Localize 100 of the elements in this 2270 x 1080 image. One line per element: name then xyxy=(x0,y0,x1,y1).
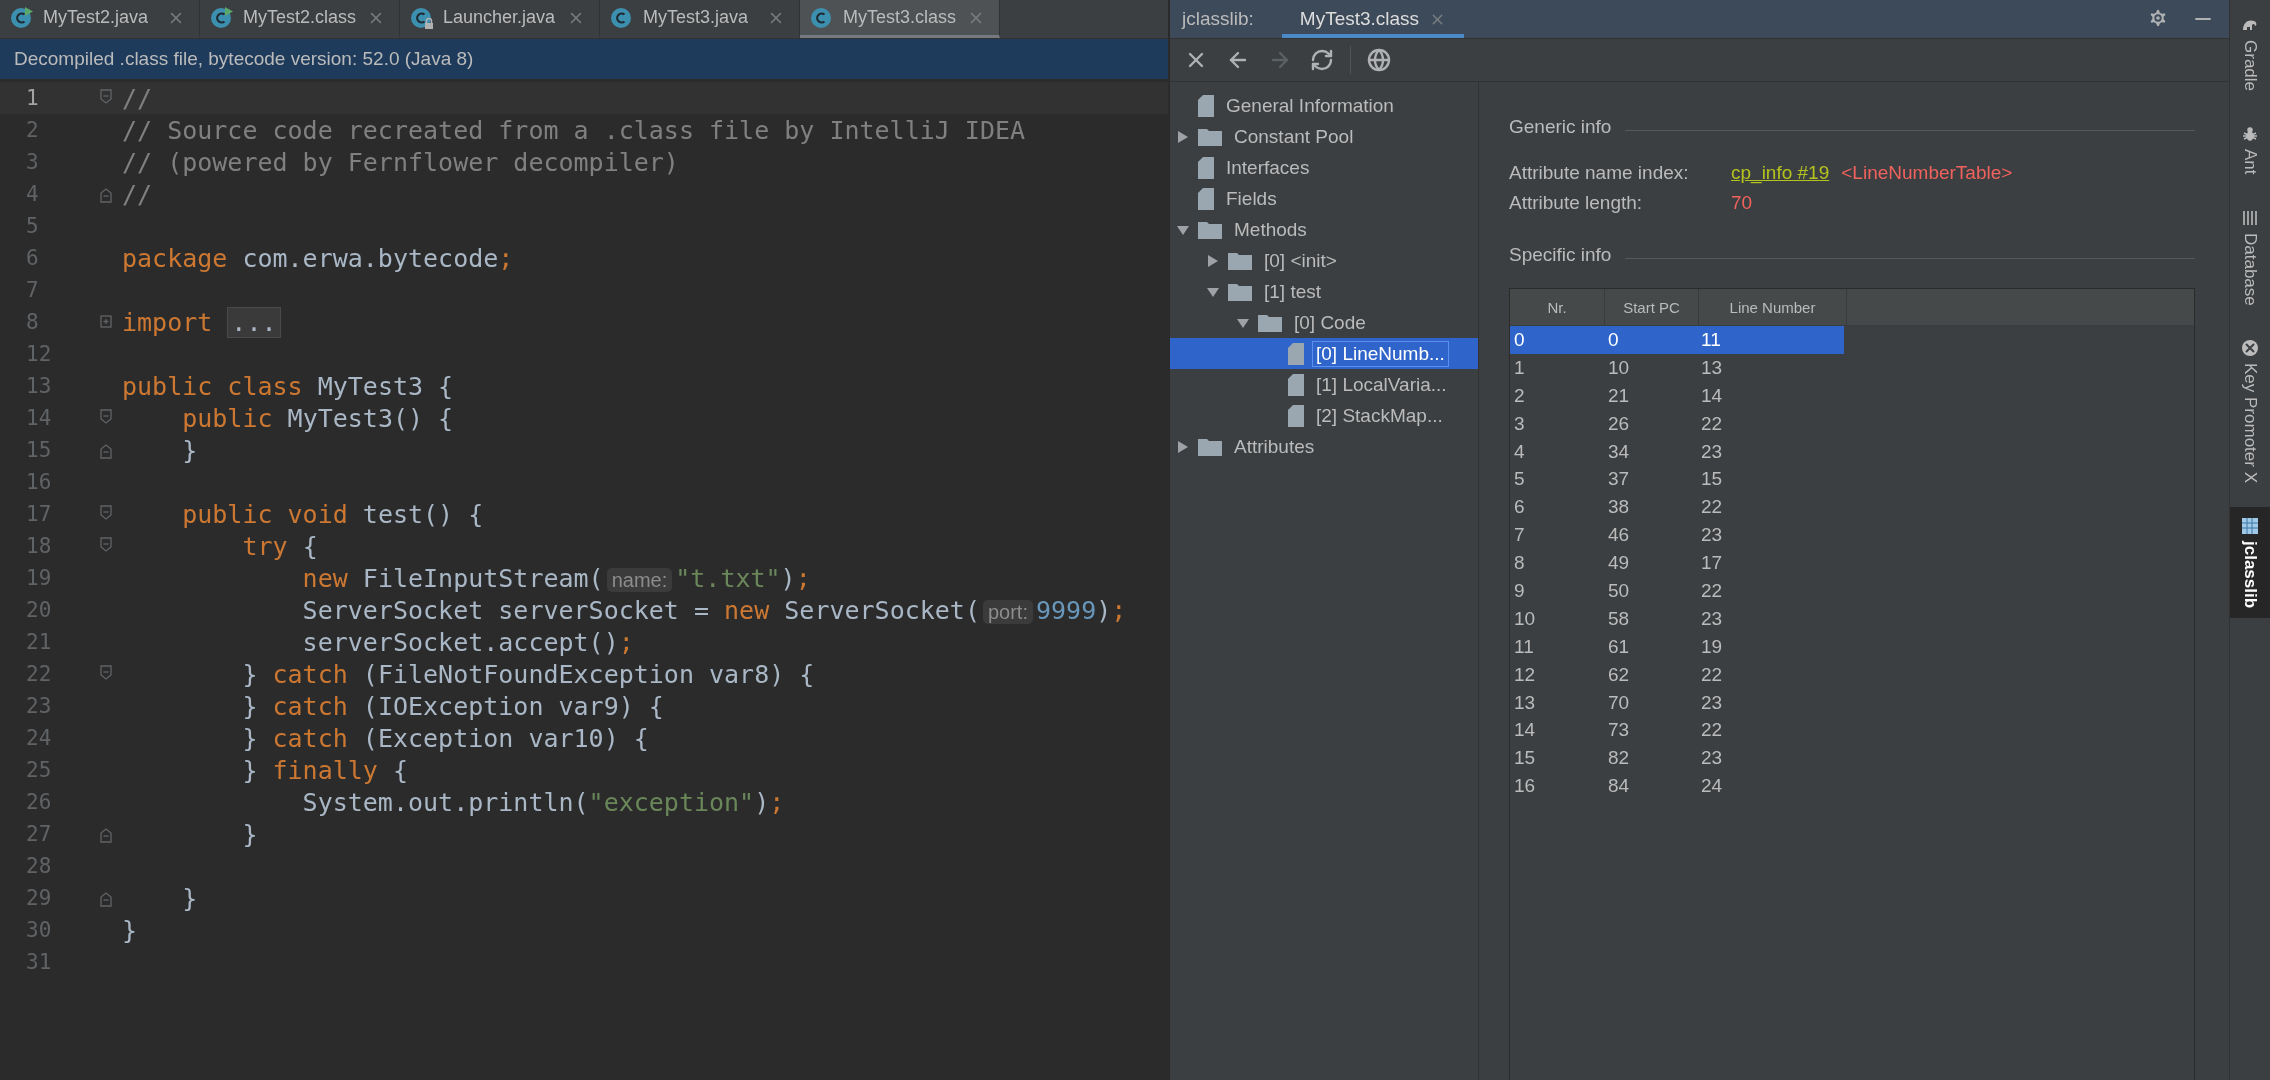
table-cell-text: 23 xyxy=(1700,440,1724,463)
code-line: } xyxy=(241,819,258,849)
folder-icon xyxy=(1258,313,1282,332)
tool-window-tab[interactable]: MyTest3.class xyxy=(1281,0,1465,38)
collapsed-arrow-icon[interactable] xyxy=(1207,254,1219,267)
class-file-icon xyxy=(210,5,234,30)
collapsed-arrow-icon[interactable] xyxy=(1177,440,1189,453)
editor-tab[interactable]: MyTest3.class xyxy=(800,0,1000,38)
table-cell-text: 2 xyxy=(1513,384,1526,407)
refresh-icon xyxy=(1310,48,1334,72)
table-cell-text: 12 xyxy=(1513,663,1537,686)
class-file-icon xyxy=(10,5,34,30)
tree-item[interactable]: Fields xyxy=(1170,183,1478,214)
tool-window-button[interactable]: Gradle xyxy=(2230,6,2270,102)
folder-icon xyxy=(1198,220,1222,239)
code-line: package com.erwa.bytecode; xyxy=(122,243,514,273)
tree-item[interactable]: [0] <init> xyxy=(1170,245,1478,276)
file-icon xyxy=(1288,342,1304,365)
table-cell-text: 9 xyxy=(1513,579,1526,602)
table-cell-text: 10 xyxy=(1513,607,1537,630)
tree-item[interactable]: Interfaces xyxy=(1170,152,1478,183)
table-cell-text: 22 xyxy=(1700,579,1724,602)
expanded-arrow-icon[interactable] xyxy=(1207,285,1219,298)
editor-tab[interactable]: MyTest2.java xyxy=(0,0,200,38)
line-number: 2 xyxy=(25,118,40,142)
tool-window-button[interactable]: Key Promoter X xyxy=(2230,329,2270,494)
table-cell-text: 37 xyxy=(1607,468,1631,491)
section-heading: Generic info xyxy=(1509,116,1612,138)
code-line: // (powered by Fernflower decompiler) xyxy=(122,147,679,177)
line-number: 23 xyxy=(25,694,52,718)
table-cell-text: 26 xyxy=(1607,412,1631,435)
tool-window-button[interactable]: Ant xyxy=(2230,115,2270,185)
editor-tab[interactable]: MyTest2.class xyxy=(200,0,400,38)
folder-icon xyxy=(1198,437,1222,456)
line-number: 3 xyxy=(25,150,40,174)
code-line: new FileInputStream( name: "t.txt"); xyxy=(301,563,811,593)
table-cell-text: 16 xyxy=(1513,775,1537,798)
code-line: public MyTest3() { xyxy=(181,403,454,433)
expanded-arrow-icon[interactable] xyxy=(1177,223,1189,236)
code-line: } catch (IOException var9) { xyxy=(241,691,664,721)
line-number: 12 xyxy=(25,342,52,366)
tree-item[interactable]: [2] StackMap... xyxy=(1170,400,1478,431)
line-number: 26 xyxy=(25,790,52,814)
tree-item[interactable]: Constant Pool xyxy=(1170,121,1478,152)
line-number: 19 xyxy=(25,566,52,590)
code-line: try { xyxy=(241,531,318,561)
column-header[interactable]: Nr. xyxy=(1510,289,1605,325)
code-line: } xyxy=(122,915,138,945)
table-cell-text: 82 xyxy=(1607,747,1631,770)
table-cell-text: 49 xyxy=(1607,552,1631,575)
table-cell-text: 0 xyxy=(1607,328,1620,351)
tree-item[interactable]: [0] Code xyxy=(1170,307,1478,338)
tool-window-button[interactable]: jclasslib xyxy=(2230,507,2270,619)
table-cell-text: 1 xyxy=(1513,356,1526,379)
table-cell-text: 23 xyxy=(1700,524,1724,547)
table-cell-text: 17 xyxy=(1700,552,1724,575)
editor-tab[interactable]: Launcher.java xyxy=(400,0,600,38)
code-line: public void test() { xyxy=(181,499,484,529)
code-line: System.out.println("exception"); xyxy=(301,787,785,817)
table-cell-text: 5 xyxy=(1513,468,1526,491)
selected-table-row[interactable]: 0 0 11 xyxy=(1510,326,1844,354)
info-banner: Decompiled .class file, bytecode version: 52.0 (Java 8) xyxy=(0,39,1168,80)
line-number: 29 xyxy=(25,886,52,910)
column-header[interactable]: Line Number xyxy=(1699,289,1847,325)
tree-item[interactable]: Attributes xyxy=(1170,431,1478,462)
constant-pool-link[interactable]: cp_info #19 xyxy=(1731,162,1830,184)
editor-tab[interactable]: MyTest3.java xyxy=(600,0,800,38)
line-number: 17 xyxy=(25,502,52,526)
line-number: 15 xyxy=(25,438,52,462)
collapsed-arrow-icon[interactable] xyxy=(1177,130,1189,143)
table-cell-text: 19 xyxy=(1700,635,1724,658)
code-line: serverSocket.accept(); xyxy=(301,627,634,657)
tool-window-button[interactable]: Database xyxy=(2230,198,2270,316)
settings-icon[interactable] xyxy=(2147,7,2169,29)
line-number: 5 xyxy=(25,214,40,238)
file-icon xyxy=(1198,156,1214,179)
line-number: 22 xyxy=(25,662,52,686)
web-button[interactable] xyxy=(1365,46,1393,74)
tree-item[interactable]: [0] LineNumb... xyxy=(1170,338,1478,369)
table-cell-text: 38 xyxy=(1607,496,1631,519)
code-line: ServerSocket serverSocket = new ServerSocket( port: 9999); xyxy=(301,595,1127,625)
table-cell-text: 50 xyxy=(1607,579,1631,602)
table-cell-text: 62 xyxy=(1607,663,1631,686)
line-number: 16 xyxy=(25,470,52,494)
line-number: 27 xyxy=(25,822,52,846)
line-number: 21 xyxy=(25,630,52,654)
line-number: 14 xyxy=(25,406,52,430)
table-cell-text: 22 xyxy=(1700,663,1724,686)
table-cell-text: 24 xyxy=(1700,775,1724,798)
tree-item[interactable]: [1] LocalVaria... xyxy=(1170,369,1478,400)
column-header[interactable]: Start PC xyxy=(1605,289,1699,325)
table-cell-text: 8 xyxy=(1513,552,1526,575)
expanded-arrow-icon[interactable] xyxy=(1237,316,1249,329)
tree-item[interactable]: General Information xyxy=(1170,90,1478,121)
tree-item[interactable]: Methods xyxy=(1170,214,1478,245)
line-number: 28 xyxy=(25,854,52,878)
tree-item[interactable]: [1] test xyxy=(1170,276,1478,307)
line-number: 20 xyxy=(25,598,52,622)
line-number: 13 xyxy=(25,374,52,398)
field-label: Attribute length: xyxy=(1509,192,1644,214)
